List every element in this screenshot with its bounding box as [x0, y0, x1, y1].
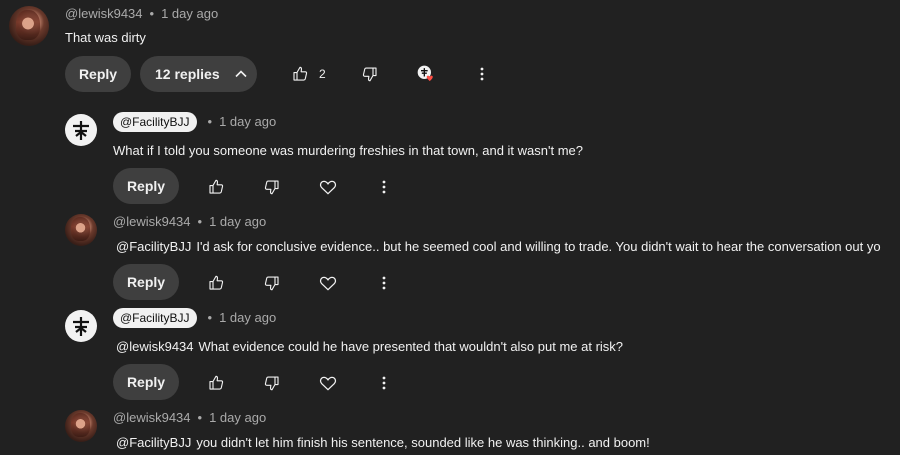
- avatar[interactable]: [65, 310, 97, 342]
- chevron-up-icon: [233, 66, 249, 82]
- heart-icon[interactable]: [318, 373, 338, 393]
- mention-link[interactable]: @FacilityBJJ: [116, 435, 191, 450]
- reply-button[interactable]: Reply: [113, 264, 179, 300]
- heart-icon[interactable]: [318, 273, 338, 293]
- more-vertical-icon[interactable]: [472, 64, 492, 84]
- reply-meta: @FacilityBJJ • 1 day ago: [113, 112, 276, 132]
- comment-meta: @lewisk9434 • 1 day ago: [65, 6, 219, 21]
- thumbs-up-icon[interactable]: [206, 177, 226, 197]
- reply-button[interactable]: Reply: [113, 168, 179, 204]
- avatar[interactable]: [65, 214, 97, 246]
- reply-text: @FacilityBJJ you didn't let him finish hi…: [116, 435, 650, 450]
- mention-link[interactable]: @FacilityBJJ: [116, 239, 191, 254]
- author-handle[interactable]: @lewisk9434: [113, 410, 191, 425]
- mention-link[interactable]: @lewisk9434: [116, 339, 194, 354]
- heart-icon[interactable]: [318, 177, 338, 197]
- more-vertical-icon[interactable]: [374, 273, 394, 293]
- more-vertical-icon[interactable]: [374, 177, 394, 197]
- comment-text: That was dirty: [65, 30, 146, 45]
- reply-meta: @lewisk9434 • 1 day ago: [113, 410, 267, 425]
- thumbs-down-icon[interactable]: [262, 273, 282, 293]
- more-vertical-icon[interactable]: [374, 373, 394, 393]
- avatar[interactable]: [9, 6, 49, 46]
- thumbs-down-icon[interactable]: [262, 373, 282, 393]
- reply-meta: @lewisk9434 • 1 day ago: [113, 214, 267, 229]
- replies-count-label: 12 replies: [155, 66, 220, 82]
- reply-body: you didn't let him finish his sentence, …: [196, 435, 650, 450]
- author-handle[interactable]: @lewisk9434: [65, 6, 143, 21]
- creator-heart-icon: [416, 64, 436, 84]
- reply-text: @FacilityBJJ I'd ask for conclusive evide…: [116, 239, 881, 254]
- timestamp[interactable]: 1 day ago: [219, 310, 276, 325]
- thumbs-up-icon[interactable]: [206, 273, 226, 293]
- reply-text: @lewisk9434 What evidence could he have p…: [116, 339, 623, 354]
- reply-button[interactable]: Reply: [65, 56, 131, 92]
- timestamp[interactable]: 1 day ago: [209, 214, 266, 229]
- avatar[interactable]: [65, 410, 97, 442]
- reply-text: What if I told you someone was murdering…: [113, 143, 583, 158]
- timestamp[interactable]: 1 day ago: [219, 114, 276, 129]
- thumbs-down-icon[interactable]: [360, 64, 380, 84]
- author-handle[interactable]: @lewisk9434: [113, 214, 191, 229]
- creator-handle-chip[interactable]: @FacilityBJJ: [113, 308, 197, 328]
- avatar[interactable]: [65, 114, 97, 146]
- reply-meta: @FacilityBJJ • 1 day ago: [113, 308, 276, 328]
- timestamp[interactable]: 1 day ago: [209, 410, 266, 425]
- thumbs-up-icon[interactable]: [290, 64, 310, 84]
- reply-body: What if I told you someone was murdering…: [113, 143, 583, 158]
- reply-body: I'd ask for conclusive evidence.. but he…: [196, 239, 881, 254]
- replies-toggle-button[interactable]: 12 replies: [140, 56, 257, 92]
- reply-button[interactable]: Reply: [113, 364, 179, 400]
- like-count: 2: [319, 67, 326, 81]
- thumbs-up-icon[interactable]: [206, 373, 226, 393]
- reply-body: What evidence could he have presented th…: [198, 339, 624, 354]
- timestamp[interactable]: 1 day ago: [161, 6, 218, 21]
- creator-handle-chip[interactable]: @FacilityBJJ: [113, 112, 197, 132]
- thumbs-down-icon[interactable]: [262, 177, 282, 197]
